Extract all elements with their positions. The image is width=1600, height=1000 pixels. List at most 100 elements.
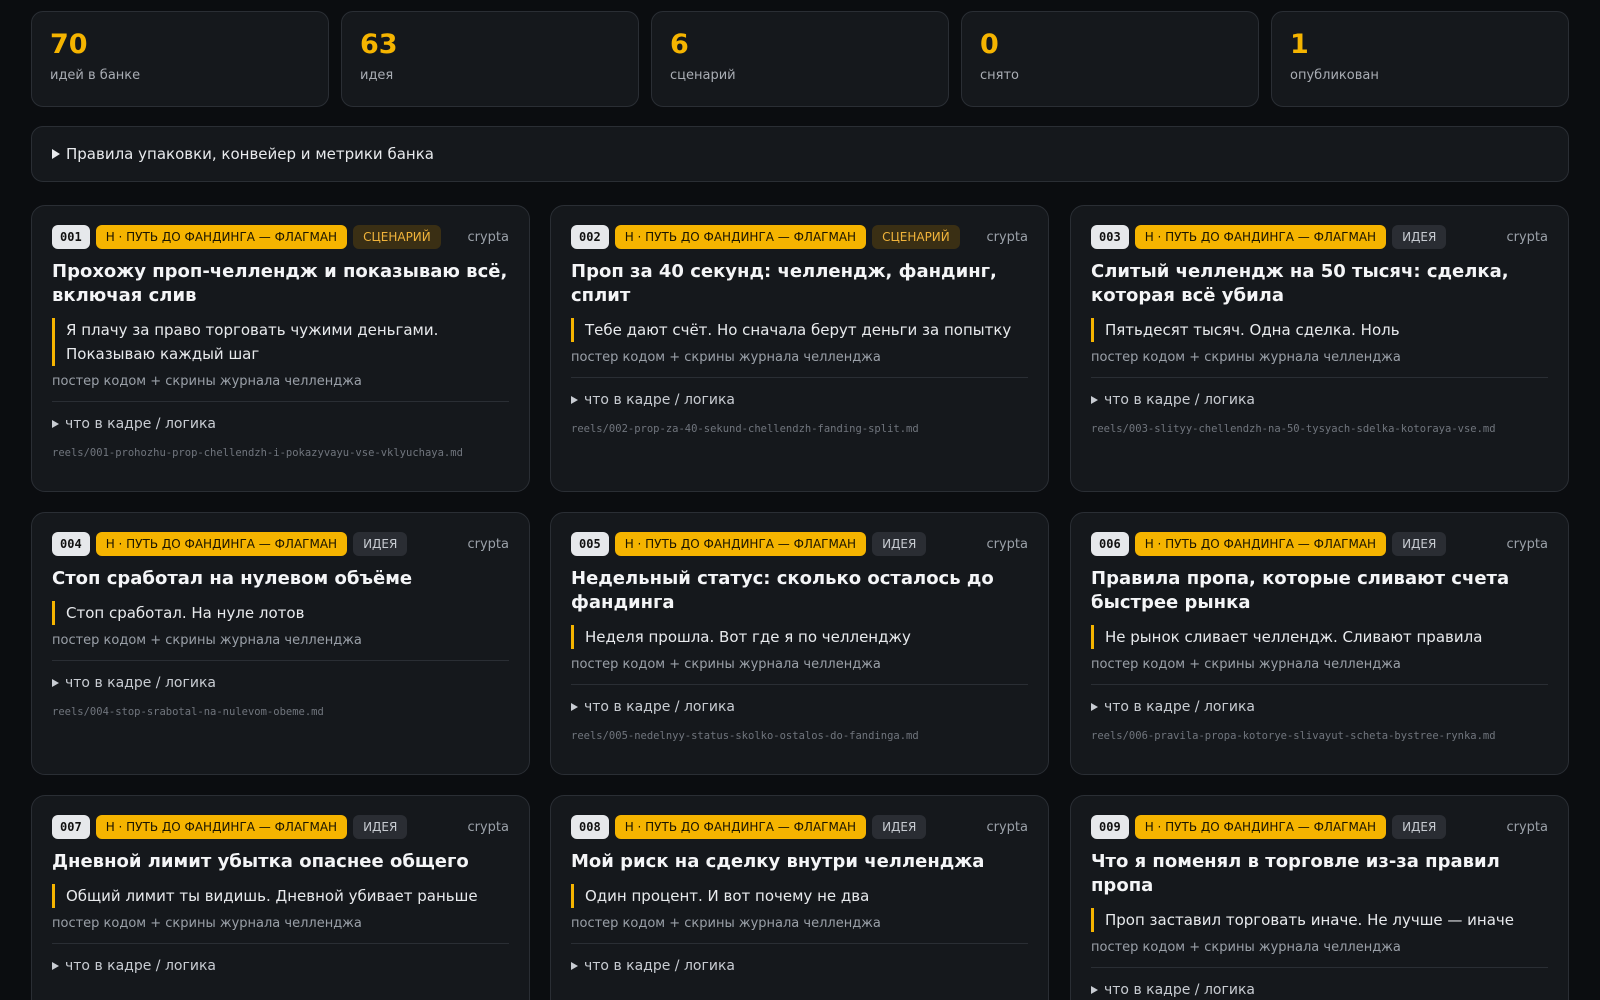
divider [52,660,509,661]
stat-value: 70 [50,29,88,60]
divider [1091,684,1548,685]
stat-label: опубликован [1290,68,1379,83]
logic-disclosure[interactable]: что в кадре / логика [1091,392,1548,408]
reel-card[interactable]: 006 Н · ПУТЬ ДО ФАНДИНГА — ФЛАГМАН ИДЕЯ … [1070,512,1569,775]
disclosure-triangle-icon [1091,703,1098,711]
stat-value: 1 [1290,29,1309,60]
card-hook: Я плачу за право торговать чужими деньга… [52,318,509,366]
divider [52,943,509,944]
logic-disclosure[interactable]: что в кадре / логика [1091,982,1548,998]
card-number: 006 [1091,532,1129,556]
status-badge: ИДЕЯ [1392,225,1447,249]
card-hook: Тебе дают счёт. Но сначала берут деньги … [571,318,1028,342]
card-title: Мой риск на сделку внутри челленджа [571,851,985,872]
logic-disclosure[interactable]: что в кадре / логика [571,958,1028,974]
reel-card[interactable]: 001 Н · ПУТЬ ДО ФАНДИНГА — ФЛАГМАН СЦЕНА… [31,205,530,492]
stat-card-idea: 63 идея [341,11,639,107]
logic-label: что в кадре / логика [584,392,735,408]
disclosure-triangle-icon [571,962,578,970]
category-badge: Н · ПУТЬ ДО ФАНДИНГА — ФЛАГМАН [614,225,867,249]
stat-label: сценарий [670,68,736,83]
card-title: Недельный статус: сколько осталось до фа… [571,568,994,613]
card-format: постер кодом + скрины журнала челленджа [52,916,362,931]
author-label: crypta [1506,536,1548,552]
card-hook: Пятьдесят тысяч. Одна сделка. Ноль [1091,318,1548,342]
reel-card[interactable]: 007 Н · ПУТЬ ДО ФАНДИНГА — ФЛАГМАН ИДЕЯ … [31,795,530,1000]
category-badge: Н · ПУТЬ ДО ФАНДИНГА — ФЛАГМАН [1134,225,1387,249]
logic-disclosure[interactable]: что в кадре / логика [52,958,509,974]
author-label: crypta [1506,229,1548,245]
card-format: постер кодом + скрины журнала челленджа [1091,657,1401,672]
card-title: Стоп сработал на нулевом объёме [52,568,413,589]
rules-disclosure[interactable]: Правила упаковки, конвейер и метрики бан… [31,126,1569,182]
logic-disclosure[interactable]: что в кадре / логика [571,392,1028,408]
stat-card-published: 1 опубликован [1271,11,1569,107]
disclosure-triangle-icon [1091,396,1098,404]
card-hook: Неделя прошла. Вот где я по челленджу [571,625,1028,649]
card-hook: Один процент. И вот почему не два [571,884,1028,908]
status-badge: СЦЕНАРИЙ [872,225,960,249]
card-hook: Общий лимит ты видишь. Дневной убивает р… [52,884,509,908]
card-number: 001 [52,225,90,249]
logic-label: что в кадре / логика [65,675,216,691]
disclosure-triangle-icon [52,420,59,428]
logic-disclosure[interactable]: что в кадре / логика [52,416,509,432]
status-badge: ИДЕЯ [1392,532,1447,556]
card-title: Правила пропа, которые сливают счета быс… [1091,568,1510,613]
stat-label: идея [360,68,394,83]
disclosure-triangle-icon [571,396,578,404]
disclosure-triangle-icon [52,962,59,970]
logic-disclosure[interactable]: что в кадре / логика [571,699,1028,715]
category-badge: Н · ПУТЬ ДО ФАНДИНГА — ФЛАГМАН [95,815,348,839]
rules-label: Правила упаковки, конвейер и метрики бан… [66,145,434,163]
card-number: 004 [52,532,90,556]
file-path: reels/006-pravila-propa-kotorye-slivayut… [1091,730,1496,742]
disclosure-triangle-icon [52,679,59,687]
card-title: Что я поменял в торговле из-за правил пр… [1091,851,1500,896]
author-label: crypta [986,536,1028,552]
file-path: reels/002-prop-za-40-sekund-chellendzh-f… [571,423,919,435]
author-label: crypta [467,536,509,552]
category-badge: Н · ПУТЬ ДО ФАНДИНГА — ФЛАГМАН [95,225,348,249]
category-badge: Н · ПУТЬ ДО ФАНДИНГА — ФЛАГМАН [95,532,348,556]
reel-card[interactable]: 005 Н · ПУТЬ ДО ФАНДИНГА — ФЛАГМАН ИДЕЯ … [550,512,1049,775]
card-format: постер кодом + скрины журнала челленджа [571,350,881,365]
author-label: crypta [986,229,1028,245]
card-number: 009 [1091,815,1129,839]
reel-card[interactable]: 009 Н · ПУТЬ ДО ФАНДИНГА — ФЛАГМАН ИДЕЯ … [1070,795,1569,1000]
stat-card-ideas-total: 70 идей в банке [31,11,329,107]
status-badge: ИДЕЯ [872,815,927,839]
stat-value: 0 [980,29,999,60]
category-badge: Н · ПУТЬ ДО ФАНДИНГА — ФЛАГМАН [1134,532,1387,556]
card-number: 005 [571,532,609,556]
logic-disclosure[interactable]: что в кадре / логика [1091,699,1548,715]
file-path: reels/004-stop-srabotal-na-nulevom-obeme… [52,706,324,718]
stats-row: 70 идей в банке 63 идея 6 сценарий 0 сня… [31,11,1569,107]
card-format: постер кодом + скрины журнала челленджа [52,374,362,389]
divider [1091,377,1548,378]
logic-label: что в кадре / логика [65,958,216,974]
stat-label: идей в банке [50,68,141,83]
card-title: Слитый челлендж на 50 тысяч: сделка, кот… [1091,261,1509,306]
logic-label: что в кадре / логика [65,416,216,432]
stat-value: 6 [670,29,689,60]
status-badge: ИДЕЯ [1392,815,1447,839]
author-label: crypta [986,819,1028,835]
card-format: постер кодом + скрины журнала челленджа [571,916,881,931]
logic-label: что в кадре / логика [1104,392,1255,408]
logic-label: что в кадре / логика [584,699,735,715]
divider [571,943,1028,944]
reel-card[interactable]: 003 Н · ПУТЬ ДО ФАНДИНГА — ФЛАГМАН ИДЕЯ … [1070,205,1569,492]
author-label: crypta [467,229,509,245]
category-badge: Н · ПУТЬ ДО ФАНДИНГА — ФЛАГМАН [614,815,867,839]
logic-disclosure[interactable]: что в кадре / логика [52,675,509,691]
card-format: постер кодом + скрины журнала челленджа [1091,350,1401,365]
reel-card[interactable]: 004 Н · ПУТЬ ДО ФАНДИНГА — ФЛАГМАН ИДЕЯ … [31,512,530,775]
card-format: постер кодом + скрины журнала челленджа [52,633,362,648]
card-title: Прохожу проп-челлендж и показываю всё, в… [52,261,508,306]
divider [1091,967,1548,968]
reel-card[interactable]: 008 Н · ПУТЬ ДО ФАНДИНГА — ФЛАГМАН ИДЕЯ … [550,795,1049,1000]
logic-label: что в кадре / логика [584,958,735,974]
reel-card[interactable]: 002 Н · ПУТЬ ДО ФАНДИНГА — ФЛАГМАН СЦЕНА… [550,205,1049,492]
status-badge: ИДЕЯ [353,815,408,839]
